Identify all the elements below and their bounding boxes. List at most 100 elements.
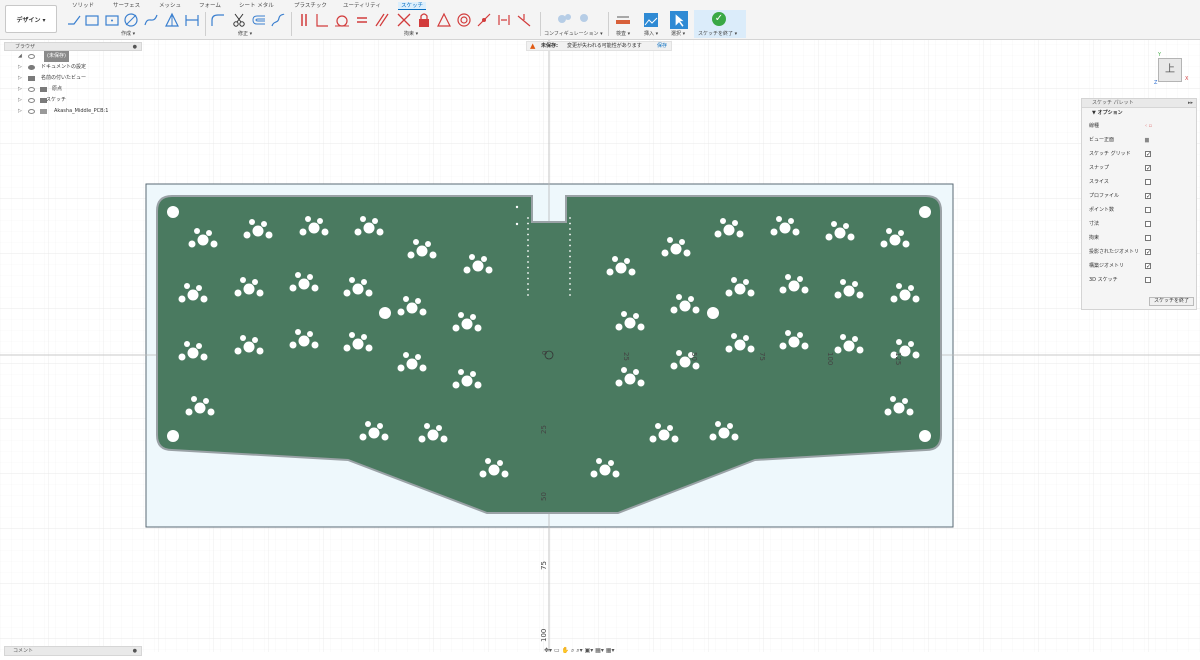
finish-sketch-menu[interactable]: スケッチを終了 ▾ (698, 30, 737, 37)
configure-menu[interactable]: コンフィギュレーション ▾ (544, 30, 603, 37)
save-link[interactable]: 保存 (657, 42, 667, 50)
tree-item-origin[interactable]: ▷ 原点 (4, 84, 142, 95)
option-checkbox[interactable] (1145, 190, 1151, 204)
option-checkbox[interactable] (1145, 207, 1151, 213)
option-checkbox[interactable] (1145, 221, 1151, 227)
tree-item-root[interactable]: ◢ (未保存) (4, 51, 142, 62)
eye-icon[interactable] (28, 87, 35, 92)
option-checkbox[interactable] (1145, 235, 1151, 241)
linetype-icon[interactable]: ‹ ▫ (1145, 119, 1152, 133)
tangent-icon[interactable] (334, 12, 350, 28)
select-menu[interactable]: 選択 ▾ (671, 30, 685, 37)
configure-table-icon[interactable] (576, 12, 592, 28)
option-row[interactable]: スライス (1082, 175, 1196, 189)
option-look-at[interactable]: ビュー正面 ▆ (1082, 133, 1196, 147)
caret-right-icon[interactable]: ▷ (18, 73, 22, 84)
tab-sketch[interactable]: スケッチ (398, 2, 427, 10)
pin-icon[interactable]: ● (133, 43, 137, 51)
rectangle-tool-icon[interactable] (84, 12, 100, 28)
tree-item-component[interactable]: ▷ Akasha_Middle_PCB:1 (4, 106, 142, 117)
modify-menu[interactable]: 修正 ▾ (238, 30, 252, 37)
option-checkbox[interactable] (1145, 277, 1151, 283)
center-rectangle-icon[interactable] (104, 12, 120, 28)
tab-sheet-metal[interactable]: シート メタル (239, 2, 274, 10)
insert-menu[interactable]: 挿入 ▾ (644, 30, 658, 37)
expand-icon[interactable]: ▸▸ (1188, 99, 1193, 107)
fillet-tool-icon[interactable] (210, 12, 226, 28)
pan-icon[interactable]: ✋ (562, 647, 569, 654)
look-at-icon[interactable]: ▭ (554, 647, 560, 654)
trim-scissors-icon[interactable] (231, 12, 247, 28)
workspace-switcher[interactable]: デザイン ▾ (5, 5, 57, 33)
insert-image-icon[interactable] (643, 12, 659, 28)
options-section[interactable]: ▼ オプション (1082, 108, 1196, 119)
equal-icon[interactable] (354, 12, 370, 28)
tree-item-named-views[interactable]: ▷ 名前の付いたビュー (4, 73, 142, 84)
option-row[interactable]: 寸法 (1082, 217, 1196, 231)
eye-icon[interactable] (28, 98, 35, 103)
option-row[interactable]: 投影されたジオメトリ (1082, 245, 1196, 260)
option-checkbox[interactable] (1145, 148, 1151, 162)
fix-lock-icon[interactable] (416, 12, 432, 28)
zoom-window-icon[interactable]: ⌕▾ (576, 647, 582, 654)
select-arrow-icon[interactable] (670, 11, 688, 29)
orbit-icon[interactable]: ✥▾ (544, 647, 552, 654)
palette-header[interactable]: スケッチ パレット ▸▸ (1082, 99, 1196, 108)
sketch-canvas[interactable]: 0 25 50 75 100 25 50 75 100 125 (0, 40, 1200, 652)
cube-face-top[interactable]: 上 (1158, 58, 1182, 82)
circle-tool-icon[interactable] (123, 12, 139, 28)
eye-icon[interactable] (28, 54, 35, 59)
option-row[interactable]: 3D スケッチ (1082, 273, 1196, 287)
tab-solid[interactable]: ソリッド (72, 2, 94, 10)
comments-panel[interactable]: コメント ● (4, 646, 142, 656)
option-row[interactable]: ポイント数 (1082, 203, 1196, 217)
polygon-tool-icon[interactable] (164, 12, 180, 28)
slot-tool-icon[interactable] (184, 12, 200, 28)
eye-icon[interactable] (28, 109, 35, 114)
caret-right-icon[interactable]: ▷ (18, 95, 22, 106)
checkmark-icon[interactable]: ✓ (712, 12, 726, 26)
tree-item-document-settings[interactable]: ▷ ドキュメントの設定 (4, 62, 142, 73)
option-row[interactable]: 構築ジオメトリ (1082, 259, 1196, 274)
option-row[interactable]: プロファイル (1082, 189, 1196, 204)
symmetry-icon[interactable] (436, 12, 452, 28)
view-cube[interactable]: 上 Y X Z (1152, 52, 1192, 90)
look-at-icon[interactable]: ▆ (1145, 133, 1149, 147)
viewports-icon[interactable]: ▦▾ (606, 647, 615, 654)
parallel-icon[interactable] (374, 12, 390, 28)
spline-tool-icon[interactable] (143, 12, 159, 28)
concentric-icon[interactable] (456, 12, 472, 28)
display-settings-icon[interactable]: ▣▾ (585, 647, 594, 654)
browser-header[interactable]: ブラウザ ● (4, 42, 142, 51)
option-checkbox[interactable] (1145, 179, 1151, 185)
mirror-tool-icon[interactable] (270, 12, 286, 28)
pin-icon[interactable]: ● (133, 647, 137, 655)
option-checkbox[interactable] (1145, 260, 1151, 274)
option-checkbox[interactable] (1145, 246, 1151, 260)
caret-down-icon[interactable]: ◢ (18, 51, 22, 62)
grid-settings-icon[interactable]: ▦▾ (595, 647, 604, 654)
caret-right-icon[interactable]: ▷ (18, 84, 22, 95)
curvature-icon[interactable] (516, 12, 532, 28)
tab-plastic[interactable]: プラスチック (294, 2, 327, 10)
constraints-menu[interactable]: 拘束 ▾ (404, 30, 418, 37)
tree-item-sketches[interactable]: ▷ スケッチ (4, 95, 142, 106)
option-row[interactable]: スナップ (1082, 161, 1196, 176)
caret-right-icon[interactable]: ▷ (18, 106, 22, 117)
option-checkbox[interactable] (1145, 162, 1151, 176)
measure-icon[interactable] (615, 12, 631, 28)
option-linetype[interactable]: 線種 ‹ ▫ (1082, 119, 1196, 133)
line-tool-icon[interactable] (66, 12, 82, 28)
palette-finish-sketch-button[interactable]: スケッチを終了 (1149, 297, 1194, 306)
caret-right-icon[interactable]: ▷ (18, 62, 22, 73)
offset-tool-icon[interactable] (251, 12, 267, 28)
horizontal-vertical-icon[interactable] (496, 12, 512, 28)
configure-gear-icon[interactable] (556, 12, 572, 28)
create-menu[interactable]: 作成 ▾ (121, 30, 135, 37)
coincident-icon[interactable] (296, 12, 312, 28)
collinear-icon[interactable] (476, 12, 492, 28)
tab-surface[interactable]: サーフェス (113, 2, 140, 10)
inspect-menu[interactable]: 検査 ▾ (616, 30, 630, 37)
tab-form[interactable]: フォーム (199, 2, 221, 10)
zoom-icon[interactable]: ⌕ (571, 647, 574, 654)
